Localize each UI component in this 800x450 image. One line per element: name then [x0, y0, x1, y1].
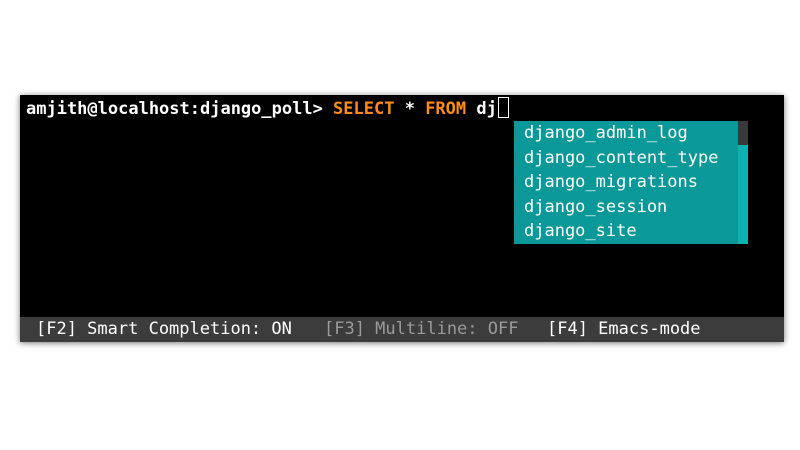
multiline-status[interactable]: [F3] Multiline: OFF — [324, 317, 518, 342]
text-cursor — [497, 97, 509, 118]
completion-item-django-migrations[interactable]: django_migrations — [514, 170, 748, 195]
completion-scrollbar[interactable] — [738, 121, 748, 244]
keyword-select: SELECT — [333, 99, 395, 119]
completion-scroll-thumb[interactable] — [738, 121, 748, 145]
completion-item-django-content-type[interactable]: django_content_type — [514, 146, 748, 171]
bottom-toolbar: [F2] Smart Completion: ON [F3] Multiline… — [20, 317, 784, 342]
completion-item-django-admin-log[interactable]: django_admin_log — [514, 121, 748, 146]
completion-item-django-site[interactable]: django_site — [514, 219, 748, 244]
keyword-from: FROM — [425, 99, 467, 119]
typed-text: dj — [466, 99, 497, 119]
key-mode-status[interactable]: [F4] Emacs-mode — [547, 317, 701, 342]
prompt-line[interactable]: amjith@localhost:django_poll> SELECT * F… — [26, 97, 509, 121]
prompt-text: amjith@localhost:django_poll> — [26, 99, 334, 119]
completion-item-django-session[interactable]: django_session — [514, 195, 748, 220]
terminal-window[interactable]: amjith@localhost:django_poll> SELECT * F… — [20, 95, 784, 342]
star-token: * — [394, 99, 426, 119]
completion-menu[interactable]: django_admin_log django_content_type dja… — [514, 121, 748, 244]
smart-completion-status[interactable]: [F2] Smart Completion: ON — [36, 317, 292, 342]
